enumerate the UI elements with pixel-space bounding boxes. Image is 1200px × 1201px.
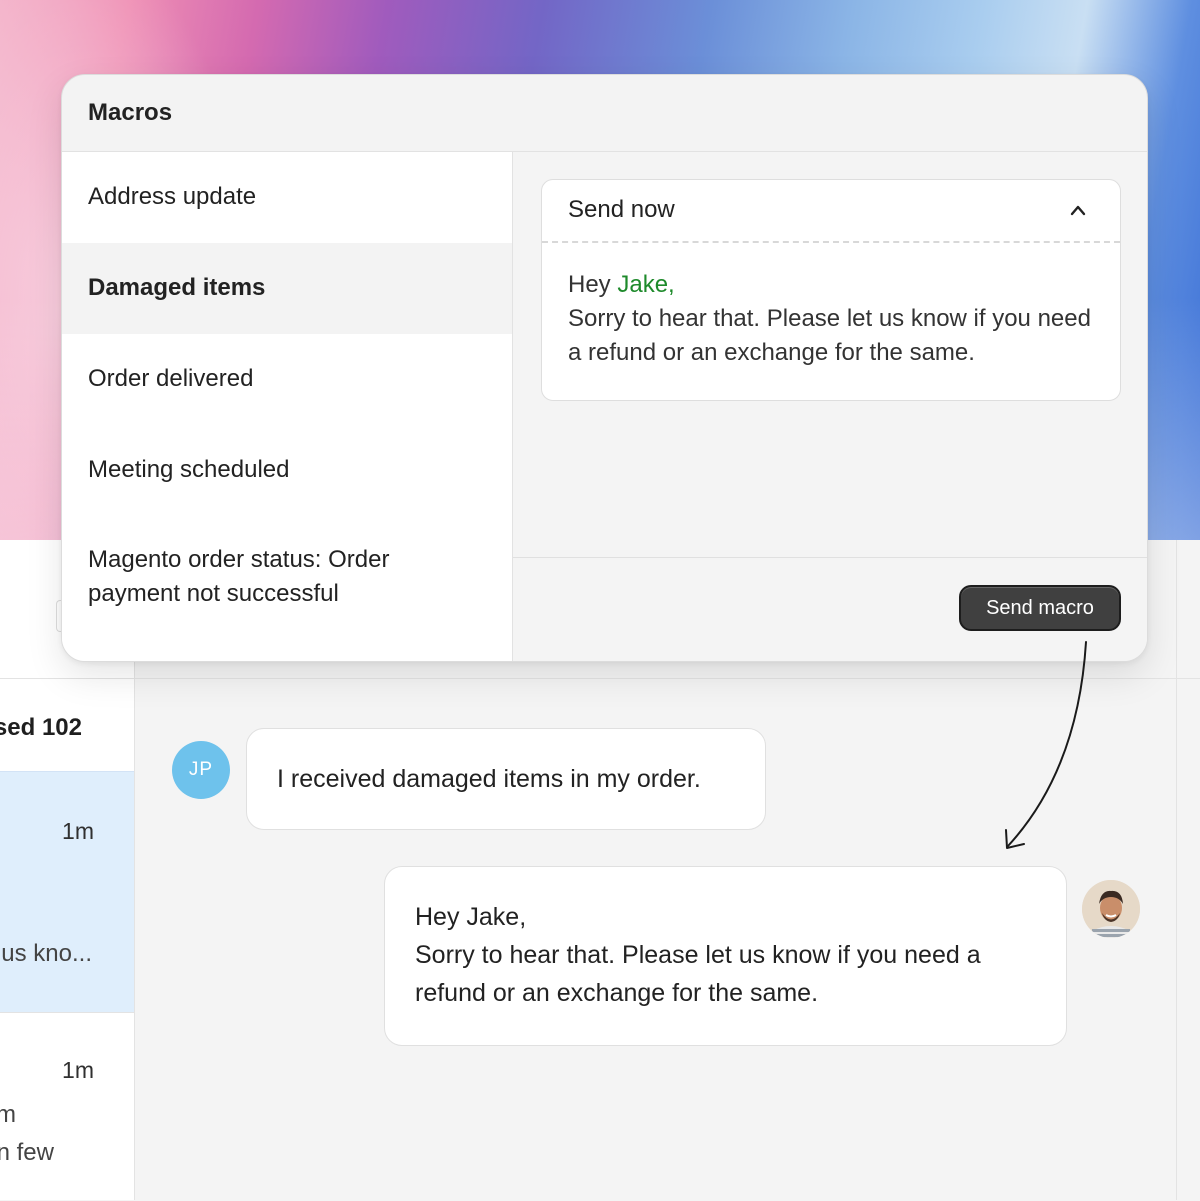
customer-name-variable: Jake, [617, 271, 675, 298]
macro-item-label: Damaged items [88, 274, 266, 301]
macro-item-label: Meeting scheduled [88, 456, 290, 483]
send-macro-button[interactable]: Send macro [959, 585, 1121, 631]
agent-message-bubble: Hey Jake, Sorry to hear that. Please let… [384, 866, 1067, 1046]
list-header: sed 102 [0, 706, 134, 770]
conversation-preview: n few [0, 1139, 54, 1166]
macro-preview-text: Hey Jake, Sorry to hear that. Please let… [568, 268, 1098, 370]
macro-body: Sorry to hear that. Please let us know i… [568, 305, 1091, 366]
customer-avatar: JP [172, 741, 230, 799]
list-header-count: sed 102 [0, 714, 82, 741]
divider [513, 557, 1147, 558]
macro-item-meeting-scheduled[interactable]: Meeting scheduled [62, 425, 512, 516]
macro-list: Address update Damaged items Order deliv… [62, 152, 513, 661]
conversation-time: 1m [62, 1057, 94, 1083]
customer-message-text: I received damaged items in my order. [277, 765, 701, 793]
macro-item-label: Order delivered [88, 365, 254, 392]
modal-header: Macros [62, 75, 1147, 152]
macros-modal: Macros Address update Damaged items Orde… [61, 74, 1148, 662]
agent-message-body: Sorry to hear that. Please let us know i… [415, 941, 981, 1007]
macro-item-damaged-items[interactable]: Damaged items [62, 243, 512, 334]
conversation-preview: m [0, 1101, 16, 1129]
conversation-item[interactable]: 1m us kno... [0, 771, 134, 1012]
macro-item-order-delivered[interactable]: Order delivered [62, 334, 512, 425]
divider [0, 678, 1200, 679]
conversation-preview: us kno... [1, 940, 92, 967]
agent-avatar [1082, 880, 1140, 938]
send-mode-dropdown[interactable]: Send now [542, 180, 1120, 243]
send-mode-label: Send now [568, 196, 675, 223]
customer-message-bubble: I received damaged items in my order. [246, 728, 766, 830]
macro-item-label: Address update [88, 183, 257, 210]
divider [1176, 540, 1177, 1200]
modal-title: Macros [88, 99, 173, 126]
macro-preview-pane: Send now Hey Jake, Sorry to hear that. P… [513, 152, 1147, 661]
conversation-time: 1m [62, 818, 94, 844]
macro-greeting-text: Hey [568, 271, 618, 298]
conversation-item[interactable]: 1m m n few [0, 1012, 134, 1201]
chevron-up-icon[interactable] [1070, 204, 1086, 216]
macro-item-magento-order-status[interactable]: Magento order status: Order payment not … [62, 516, 512, 661]
agent-avatar-photo [1082, 880, 1140, 938]
macro-item-address-update[interactable]: Address update [62, 152, 512, 242]
agent-message-greeting: Hey Jake, [415, 903, 527, 931]
macro-greeting: Hey Jake, [568, 268, 1098, 302]
agent-message-text: Hey Jake, Sorry to hear that. Please let… [415, 898, 1055, 1012]
macro-preview-card: Send now Hey Jake, Sorry to hear that. P… [541, 179, 1121, 401]
macro-item-label: Magento order status: Order payment not … [88, 546, 390, 607]
